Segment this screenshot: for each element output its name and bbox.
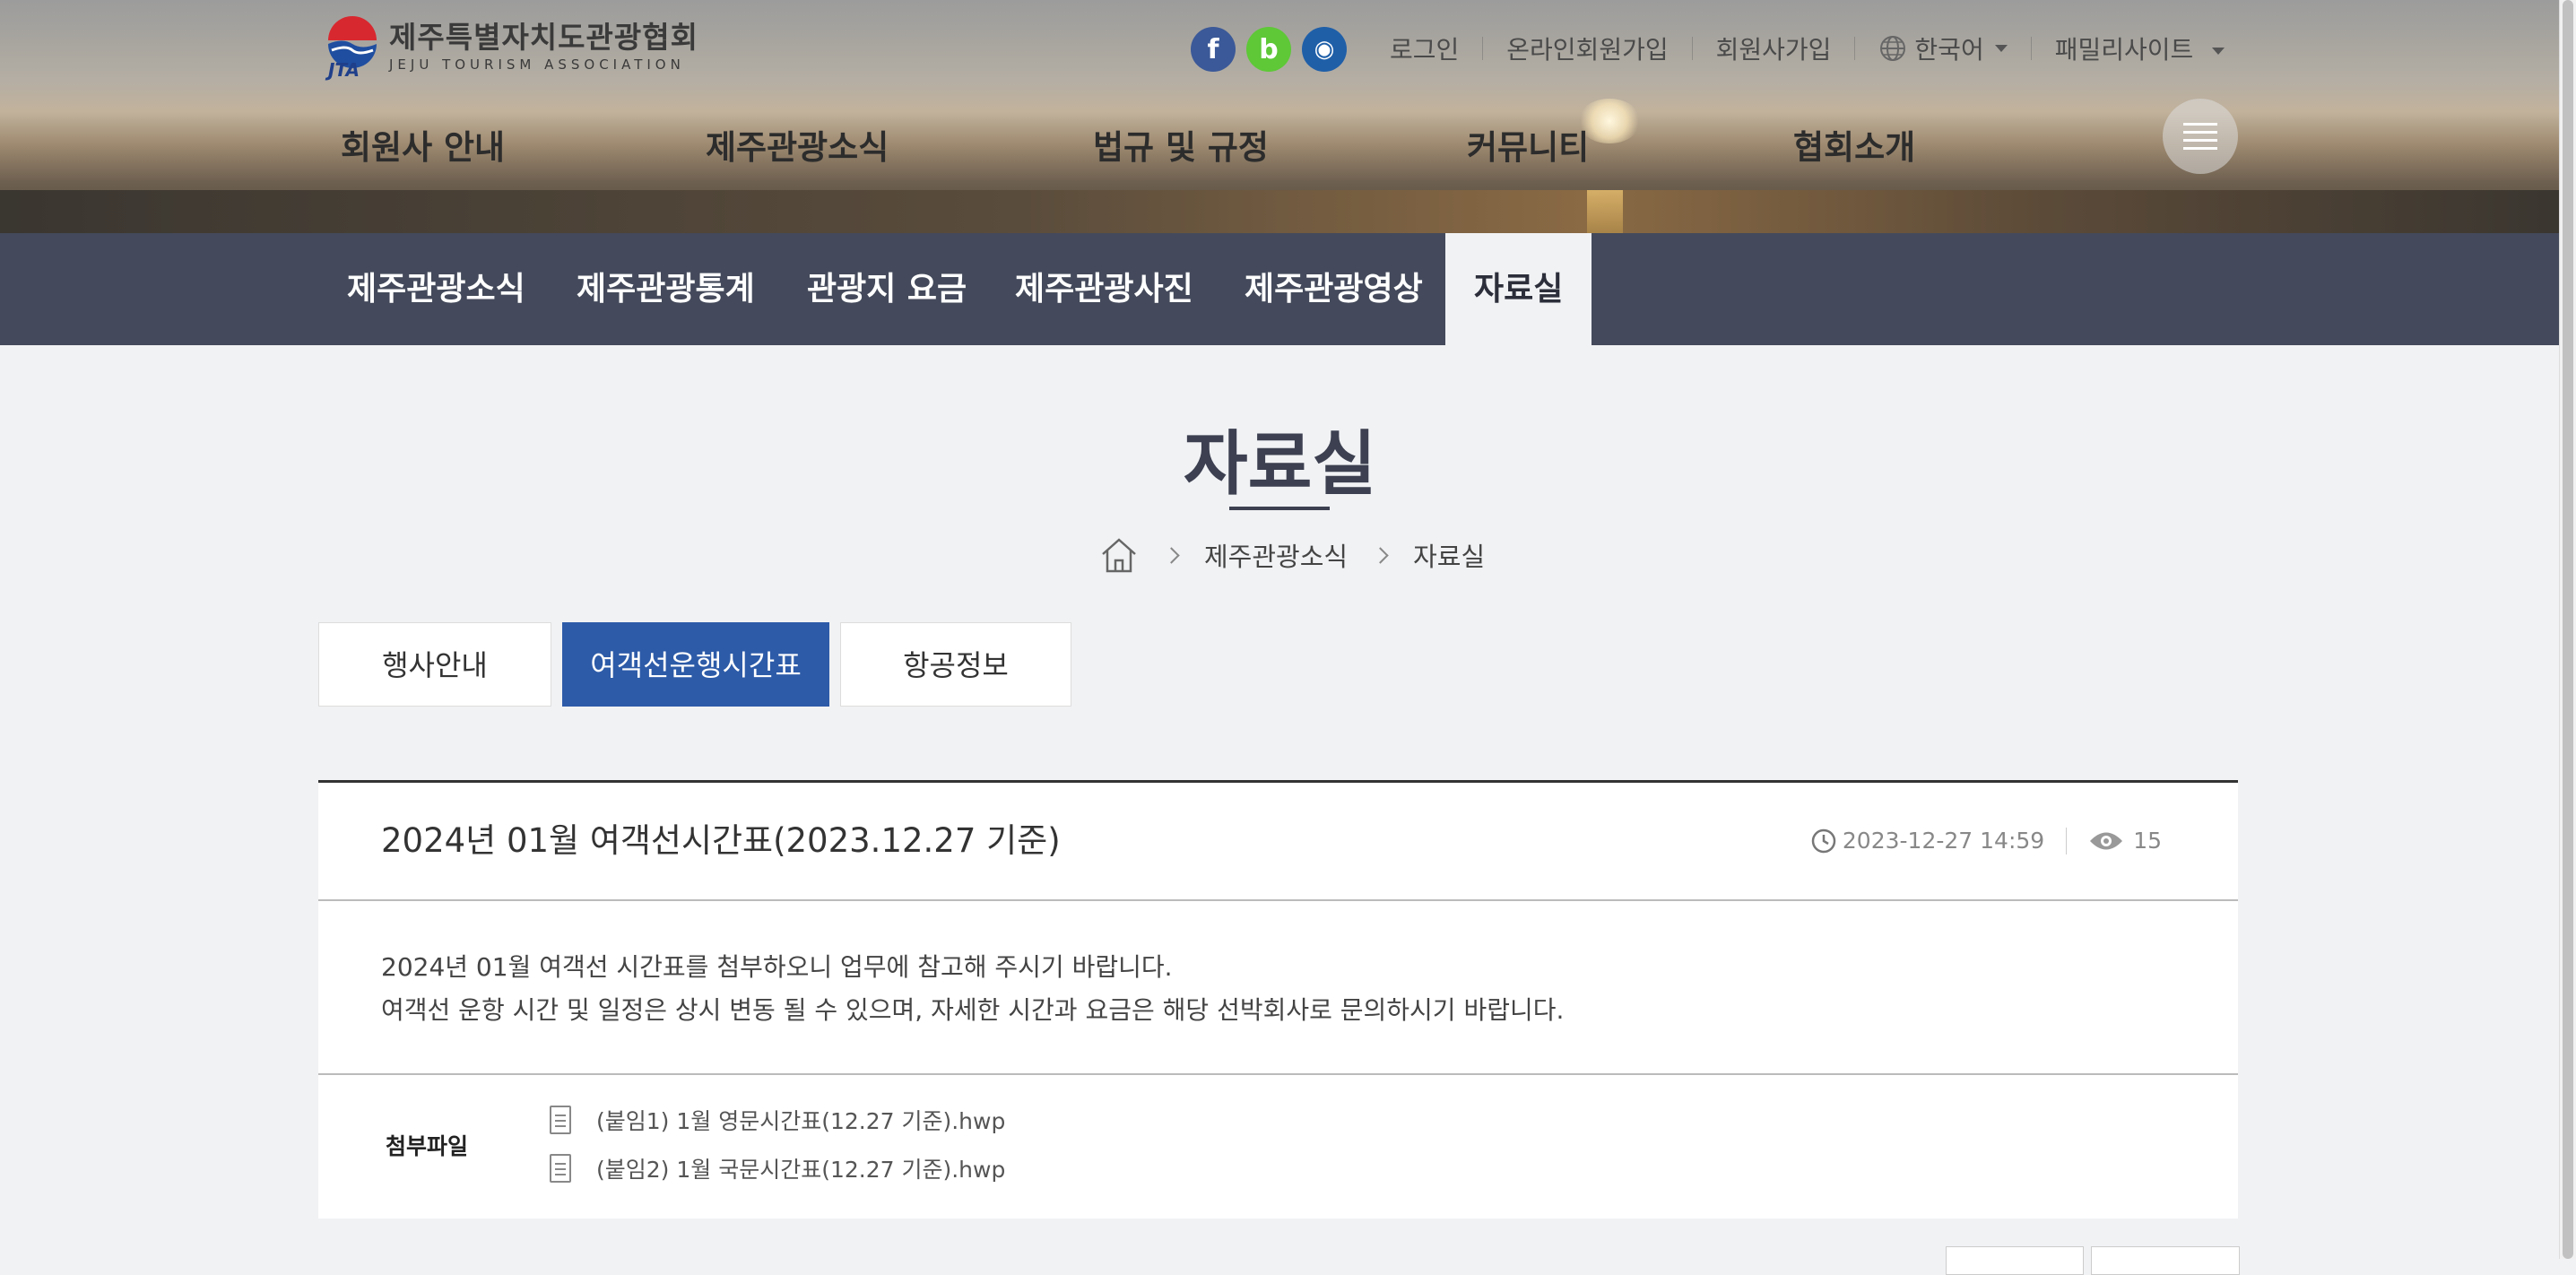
tab-events[interactable]: 행사안내 [318, 622, 551, 707]
tab-flight-info[interactable]: 항공정보 [840, 622, 1071, 707]
family-site-label: 패밀리사이트 [2054, 35, 2194, 65]
subnav-tourism-news[interactable]: 제주관광소식 [347, 233, 525, 345]
attachment-file[interactable]: (붙임2) 1월 국문시간표(12.27 기준).hwp [550, 1152, 1005, 1184]
article-header: 2024년 01월 여객선시간표(2023.12.27 기준) 2023-12-… [318, 783, 2238, 901]
subnav-tourism-stats[interactable]: 제주관광통계 [577, 233, 755, 345]
blog-icon[interactable]: b [1246, 27, 1291, 72]
article-date: 2023-12-27 14:59 [1842, 828, 2045, 854]
article-body-line: 2024년 01월 여객선 시간표를 첨부하오니 업무에 참고해 주시기 바랍니… [381, 952, 1173, 982]
next-button[interactable] [2091, 1246, 2240, 1275]
member-join-link[interactable]: 회원사가입 [1716, 30, 1832, 66]
hamburger-menu-icon[interactable] [2163, 99, 2238, 174]
attachment-filename: (붙임2) 1월 국문시간표(12.27 기준).hwp [596, 1157, 1006, 1183]
facebook-icon[interactable]: f [1191, 27, 1236, 72]
globe-icon [1880, 36, 1906, 61]
language-select[interactable]: 한국어 [1878, 30, 2008, 66]
scrollbar-thumb[interactable] [2563, 0, 2573, 1259]
header-hero: JTA 제주특별자치도관광협회 JEJU TOURISM ASSOCIATION… [0, 0, 2560, 233]
logo-korean: 제주특별자치도관광협회 [389, 20, 698, 55]
breadcrumb-item[interactable]: 자료실 [1413, 536, 1485, 574]
breadcrumb: 제주관광소식 자료실 [1099, 536, 1485, 574]
family-site-select[interactable]: 패밀리사이트 [2055, 30, 2225, 66]
menu-tourism-news[interactable]: 제주관광소식 [706, 120, 889, 169]
menu-regulations[interactable]: 법규 및 규정 [1093, 120, 1269, 169]
page-title: 자료실 [1183, 424, 1377, 505]
page-scrollbar[interactable] [2559, 0, 2576, 1259]
article-views: 15 [2133, 828, 2162, 854]
attachment-file[interactable]: (붙임1) 1월 영문시간표(12.27 기준).hwp [550, 1104, 1005, 1136]
subnav-tourism-videos[interactable]: 제주관광영상 [1245, 233, 1423, 345]
jta-logo-icon: JTA [325, 14, 380, 81]
menu-community[interactable]: 커뮤니티 [1467, 120, 1589, 169]
document-icon [550, 1106, 571, 1134]
instagram-icon[interactable]: ◉ [1302, 27, 1347, 72]
menu-about[interactable]: 협회소개 [1793, 120, 1915, 169]
logo-english: JEJU TOURISM ASSOCIATION [389, 56, 685, 73]
social-links: f b ◉ [1191, 27, 1357, 72]
sun-reflection [1587, 190, 1623, 233]
sub-navigation: 제주관광소식 제주관광통계 관광지 요금 제주관광사진 제주관광영상 자료실 [0, 233, 2560, 345]
tab-ferry-schedule[interactable]: 여객선운행시간표 [562, 622, 829, 707]
hero-band [0, 190, 2560, 233]
home-icon[interactable] [1099, 536, 1139, 574]
chevron-right-icon [1372, 546, 1389, 564]
chevron-right-icon [1163, 546, 1180, 564]
article-view: 2024년 01월 여객선시간표(2023.12.27 기준) 2023-12-… [318, 780, 2238, 1219]
subnav-archive[interactable]: 자료실 [1445, 233, 1592, 345]
login-link[interactable]: 로그인 [1390, 30, 1459, 66]
clock-icon [1811, 828, 1836, 854]
menu-member-info[interactable]: 회원사 안내 [341, 120, 505, 169]
article-body: 2024년 01월 여객선 시간표를 첨부하오니 업무에 참고해 주시기 바랍니… [318, 901, 2238, 1075]
document-icon [550, 1154, 571, 1183]
eye-icon [2090, 832, 2123, 850]
logo-mark-text: JTA [328, 59, 360, 81]
list-button[interactable] [1946, 1246, 2084, 1275]
subnav-tourism-photos[interactable]: 제주관광사진 [1015, 233, 1193, 345]
attachment-filename: (붙임1) 1월 영문시간표(12.27 기준).hwp [596, 1108, 1006, 1134]
article-meta: 2023-12-27 14:59 15 [1810, 783, 2162, 899]
online-join-link[interactable]: 온라인회원가입 [1506, 30, 1668, 66]
site-logo[interactable]: JTA 제주특별자치도관광협회 JEJU TOURISM ASSOCIATION [325, 14, 698, 81]
article-title: 2024년 01월 여객선시간표(2023.12.27 기준) [381, 821, 1061, 860]
subnav-attraction-fees[interactable]: 관광지 요금 [807, 233, 967, 345]
utility-nav: 로그인 온라인회원가입 회원사가입 한국어 패밀리사이트 [1390, 30, 2225, 66]
language-label: 한국어 [1914, 35, 1984, 65]
article-body-line: 여객선 운항 시간 및 일정은 상시 변동 될 수 있으며, 자세한 시간과 요… [381, 995, 1565, 1025]
title-underline [1229, 507, 1330, 510]
attachments-label: 첨부파일 [386, 1133, 469, 1159]
chevron-down-icon [2212, 48, 2225, 55]
attachments: 첨부파일 (붙임1) 1월 영문시간표(12.27 기준).hwp (붙임2) … [318, 1075, 2238, 1219]
breadcrumb-item[interactable]: 제주관광소식 [1204, 536, 1348, 574]
category-tabs: 행사안내 여객선운행시간표 항공정보 [318, 622, 1082, 707]
chevron-down-icon [1994, 45, 2008, 52]
